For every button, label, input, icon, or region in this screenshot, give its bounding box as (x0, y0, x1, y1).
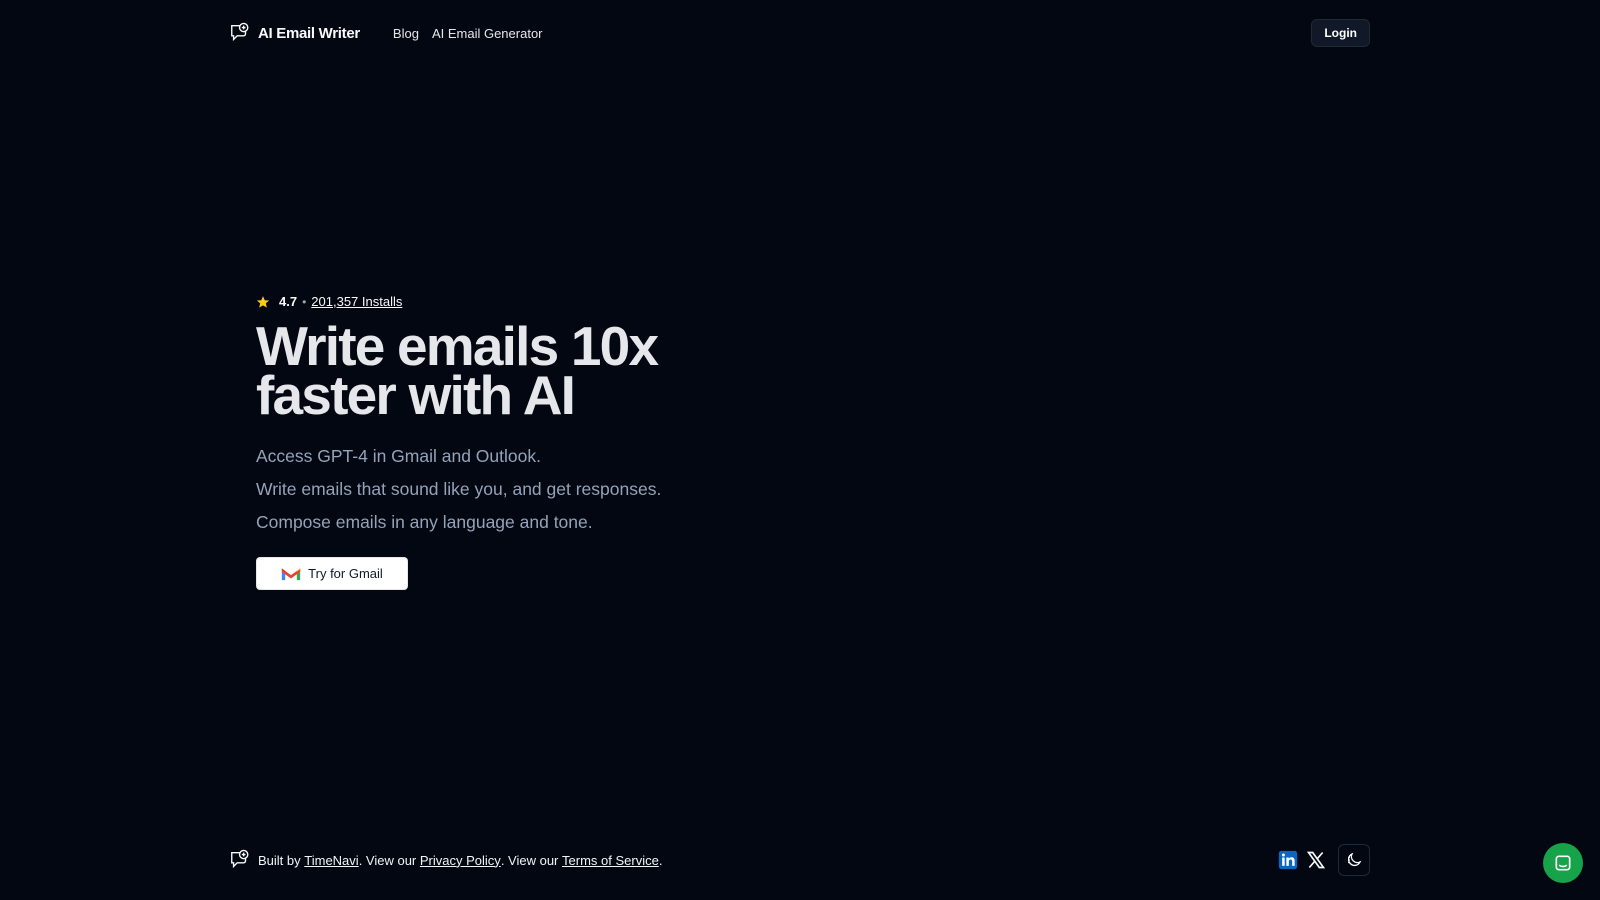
footer-end: . (658, 852, 663, 868)
hero-section: 4.7 • 201,357 Installs Write emails 10x … (256, 294, 956, 590)
hero-line-1: Access GPT-4 in Gmail and Outlook. (256, 446, 541, 466)
chat-icon (1555, 855, 1571, 871)
linkedin-icon[interactable] (1278, 850, 1298, 870)
footer-view-our-1: . View our (358, 852, 417, 868)
try-for-gmail-button[interactable]: Try for Gmail (256, 557, 408, 590)
footer: Built by TimeNavi. View our Privacy Poli… (229, 842, 1370, 878)
footer-view-our-2: . View our (500, 852, 559, 868)
footer-social (1278, 844, 1370, 876)
theme-toggle-button[interactable] (1338, 844, 1370, 876)
brand-name: AI Email Writer (258, 24, 360, 42)
hero-line-3: Compose emails in any language and tone. (256, 512, 593, 532)
chat-bubble-logo-icon (231, 22, 249, 42)
chat-bubble-logo-icon (231, 849, 249, 869)
nav-ai-email-generator[interactable]: AI Email Generator (432, 26, 543, 41)
main-nav: Blog AI Email Generator (393, 26, 543, 41)
try-for-gmail-label: Try for Gmail (308, 566, 383, 581)
privacy-policy-link[interactable]: Privacy Policy (420, 853, 501, 868)
header: AI Email Writer Blog AI Email Generator … (229, 0, 1370, 66)
hero-line-2: Write emails that sound like you, and ge… (256, 479, 662, 499)
timenavi-link[interactable]: TimeNavi (304, 853, 358, 868)
rating-value: 4.7 (279, 294, 298, 309)
installs-link[interactable]: 201,357 Installs (311, 294, 402, 309)
rating-row: 4.7 • 201,357 Installs (256, 294, 956, 309)
hero-headline: Write emails 10x faster with AI (256, 315, 659, 426)
footer-built-by: Built by (258, 852, 301, 868)
chat-widget-button[interactable] (1543, 843, 1583, 883)
brand-link[interactable]: AI Email Writer (229, 22, 360, 44)
rating-separator: • (302, 294, 307, 309)
hero-description: Access GPT-4 in Gmail and Outlook. Write… (256, 445, 956, 533)
login-button[interactable]: Login (1311, 19, 1370, 47)
star-icon (256, 295, 270, 308)
terms-of-service-link[interactable]: Terms of Service (562, 853, 659, 868)
theme-toggle-icon (1347, 852, 1362, 867)
gmail-icon (282, 568, 301, 581)
x-icon[interactable] (1306, 850, 1326, 870)
footer-text: Built by TimeNavi. View our Privacy Poli… (258, 853, 662, 868)
nav-blog[interactable]: Blog (393, 26, 419, 41)
